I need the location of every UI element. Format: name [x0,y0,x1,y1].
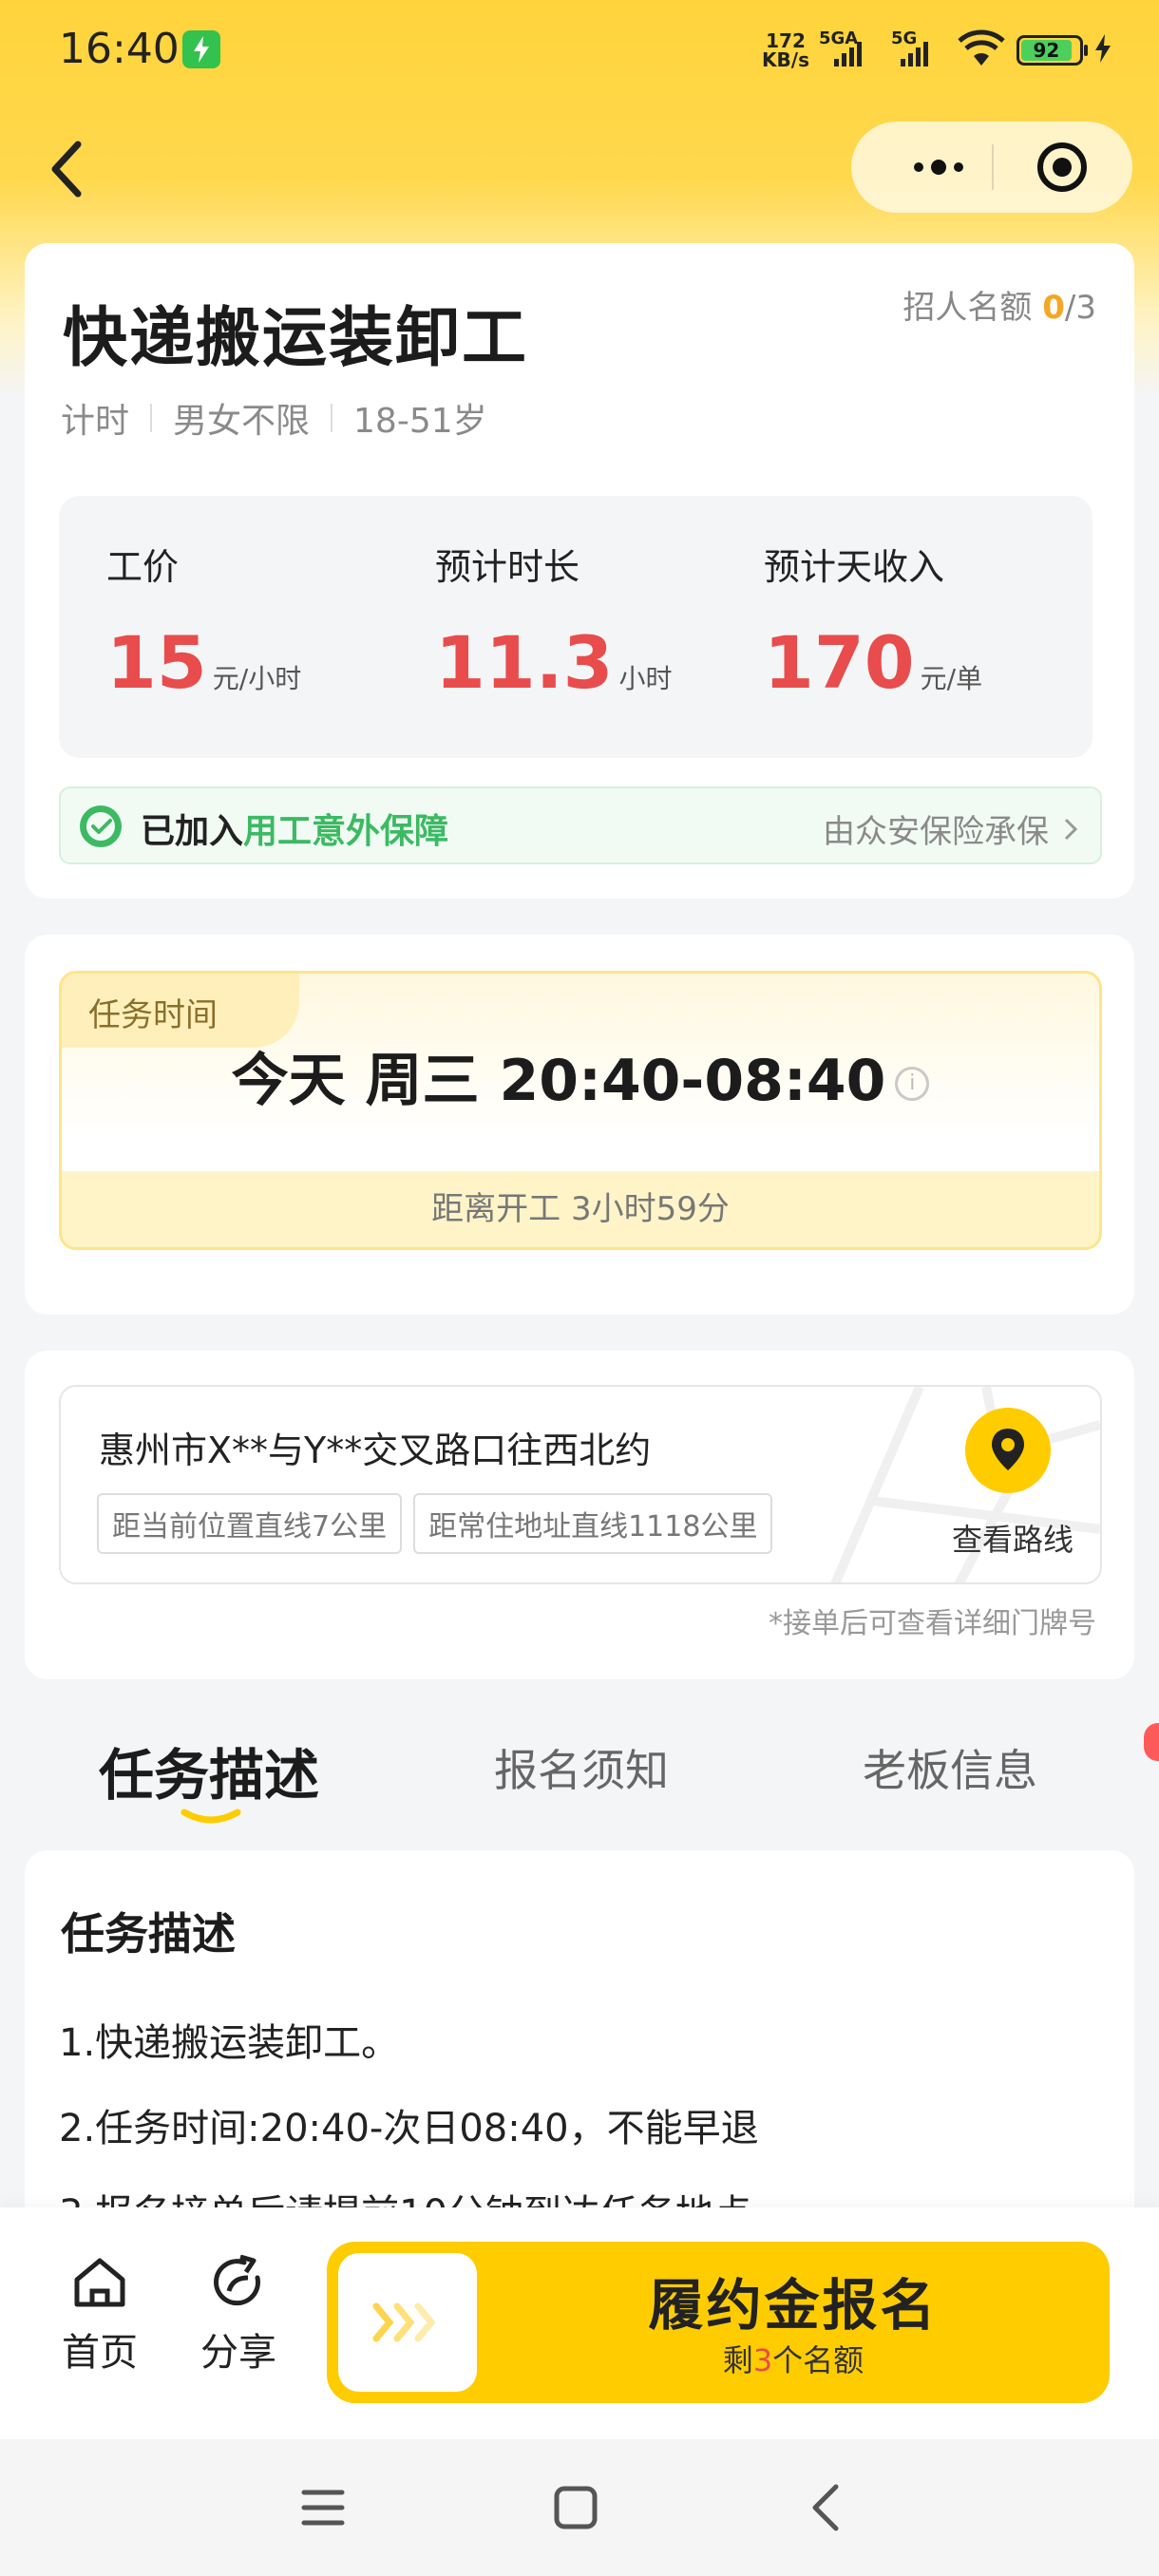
active-tab-indicator [180,1809,241,1824]
address-text: 惠州市X**与Y**交叉路口往西北约 [99,1430,652,1471]
battery-icon: 92 [1016,35,1088,66]
tab-boss-info[interactable]: 老板信息 [863,1736,1037,1799]
charging-bolt-icon [1094,34,1112,66]
quota: 招人名额 0/3 [902,289,1096,327]
signup-button[interactable]: 履约金报名 剩3个名额 [327,2242,1110,2403]
job-tags: 计时 男女不限 18-51岁 [61,393,487,443]
description-title: 任务描述 [61,1908,236,1960]
status-time: 16:40 [59,25,180,73]
back-button[interactable] [42,133,95,205]
divider [331,404,333,432]
distance-current-chip: 距当前位置直线7公里 [97,1493,403,1554]
back-nav-button[interactable] [788,2439,864,2576]
charging-icon [182,30,220,68]
menu-button[interactable] [285,2439,361,2576]
miniprogram-capsule [851,122,1132,213]
floating-badge[interactable] [1144,1723,1159,1761]
tab-signup-notice[interactable]: 报名须知 [494,1736,669,1799]
countdown-text: 距离开工 3小时59分 [62,1171,1099,1247]
insurance-banner[interactable]: 已加入用工意外保障 由众安保险承保 [59,786,1102,864]
network-speed: 172 KB/s [762,29,809,71]
status-indicators: 172 KB/s 5GA 5G 92 [762,27,1112,74]
daily-income-column: 预计天收入 170 元/单 [764,546,983,705]
insurance-text: 已加入用工意外保障 [141,812,449,851]
task-time-card: 任务时间 今天 周三 20:40-08:40 i 距离开工 3小时59分 [25,935,1134,1315]
arrow-icon [338,2253,477,2392]
home-icon [74,2258,125,2307]
job-summary-card: 快递搬运装卸工 招人名额 0/3 计时 男女不限 18-51岁 工价 15 元/小… [25,243,1134,899]
home-button[interactable]: 首页 [48,2255,152,2377]
chevron-right-icon [1064,818,1077,840]
home-nav-button[interactable] [538,2439,614,2576]
bottom-action-bar: 首页 分享 履约金报名 剩3个名额 [0,2207,1159,2439]
chevron-left-icon [812,2484,839,2531]
location-box[interactable]: 惠州市X**与Y**交叉路口往西北约 距当前位置直线7公里 距常住地址直线111… [59,1385,1102,1584]
divider [150,404,153,432]
signal-icon: 5G [891,28,946,66]
wifi-icon [958,29,1005,71]
task-time-box: 任务时间 今天 周三 20:40-08:40 i 距离开工 3小时59分 [59,971,1102,1250]
location-card: 惠州市X**与Y**交叉路口往西北约 距当前位置直线7公里 距常住地址直线111… [25,1351,1134,1679]
description-line: 1.快递搬运装卸工。 [59,2021,400,2065]
system-navigation-bar [0,2439,1159,2576]
location-pin-icon[interactable] [965,1408,1051,1493]
task-time-main: 今天 周三 20:40-08:40 i [62,1034,1099,1117]
pay-info: 工价 15 元/小时 预计时长 11.3 小时 预计天收入 170 元/单 [59,496,1092,758]
remaining-quota: 剩3个名额 [722,2342,864,2378]
distance-chips: 距当前位置直线7公里 距常住地址直线1118公里 [97,1493,773,1554]
close-miniprogram-button[interactable] [1037,142,1087,192]
tag-pay-type: 计时 [61,402,130,441]
share-icon [214,2254,260,2306]
tag-gender: 男女不限 [173,402,311,441]
view-route-button[interactable]: 查看路线 [952,1516,1074,1560]
square-icon [554,2486,598,2529]
distance-home-chip: 距常住地址直线1118公里 [413,1493,773,1554]
job-title: 快递搬运装卸工 [63,301,529,376]
tab-task-description[interactable]: 任务描述 [99,1731,319,1810]
signal-icon: 5GA [819,28,882,66]
wage-column: 工价 15 元/小时 [106,546,302,705]
share-button[interactable]: 分享 [186,2254,291,2377]
shield-check-icon [80,805,122,847]
menu-icon [301,2490,345,2526]
duration-column: 预计时长 11.3 小时 [435,546,673,705]
address-note: *接单后可查看详细门牌号 [769,1607,1096,1640]
capsule-divider [992,144,994,190]
tag-age: 18-51岁 [353,402,487,441]
status-bar: 16:40 172 KB/s 5GA 5G 92 [0,0,1159,104]
insurance-provider: 由众安保险承保 [823,805,1077,852]
signup-label: 履约金报名 [648,2273,939,2338]
description-line: 2.任务时间:20:40-次日08:40，不能早退 [59,2107,759,2150]
more-button[interactable] [889,122,988,213]
description-card: 任务描述 1.快递搬运装卸工。 2.任务时间:20:40-次日08:40，不能早… [25,1850,1134,2211]
detail-tabs: 任务描述 报名须知 老板信息 [0,1717,1159,1831]
info-icon[interactable]: i [895,1067,930,1102]
